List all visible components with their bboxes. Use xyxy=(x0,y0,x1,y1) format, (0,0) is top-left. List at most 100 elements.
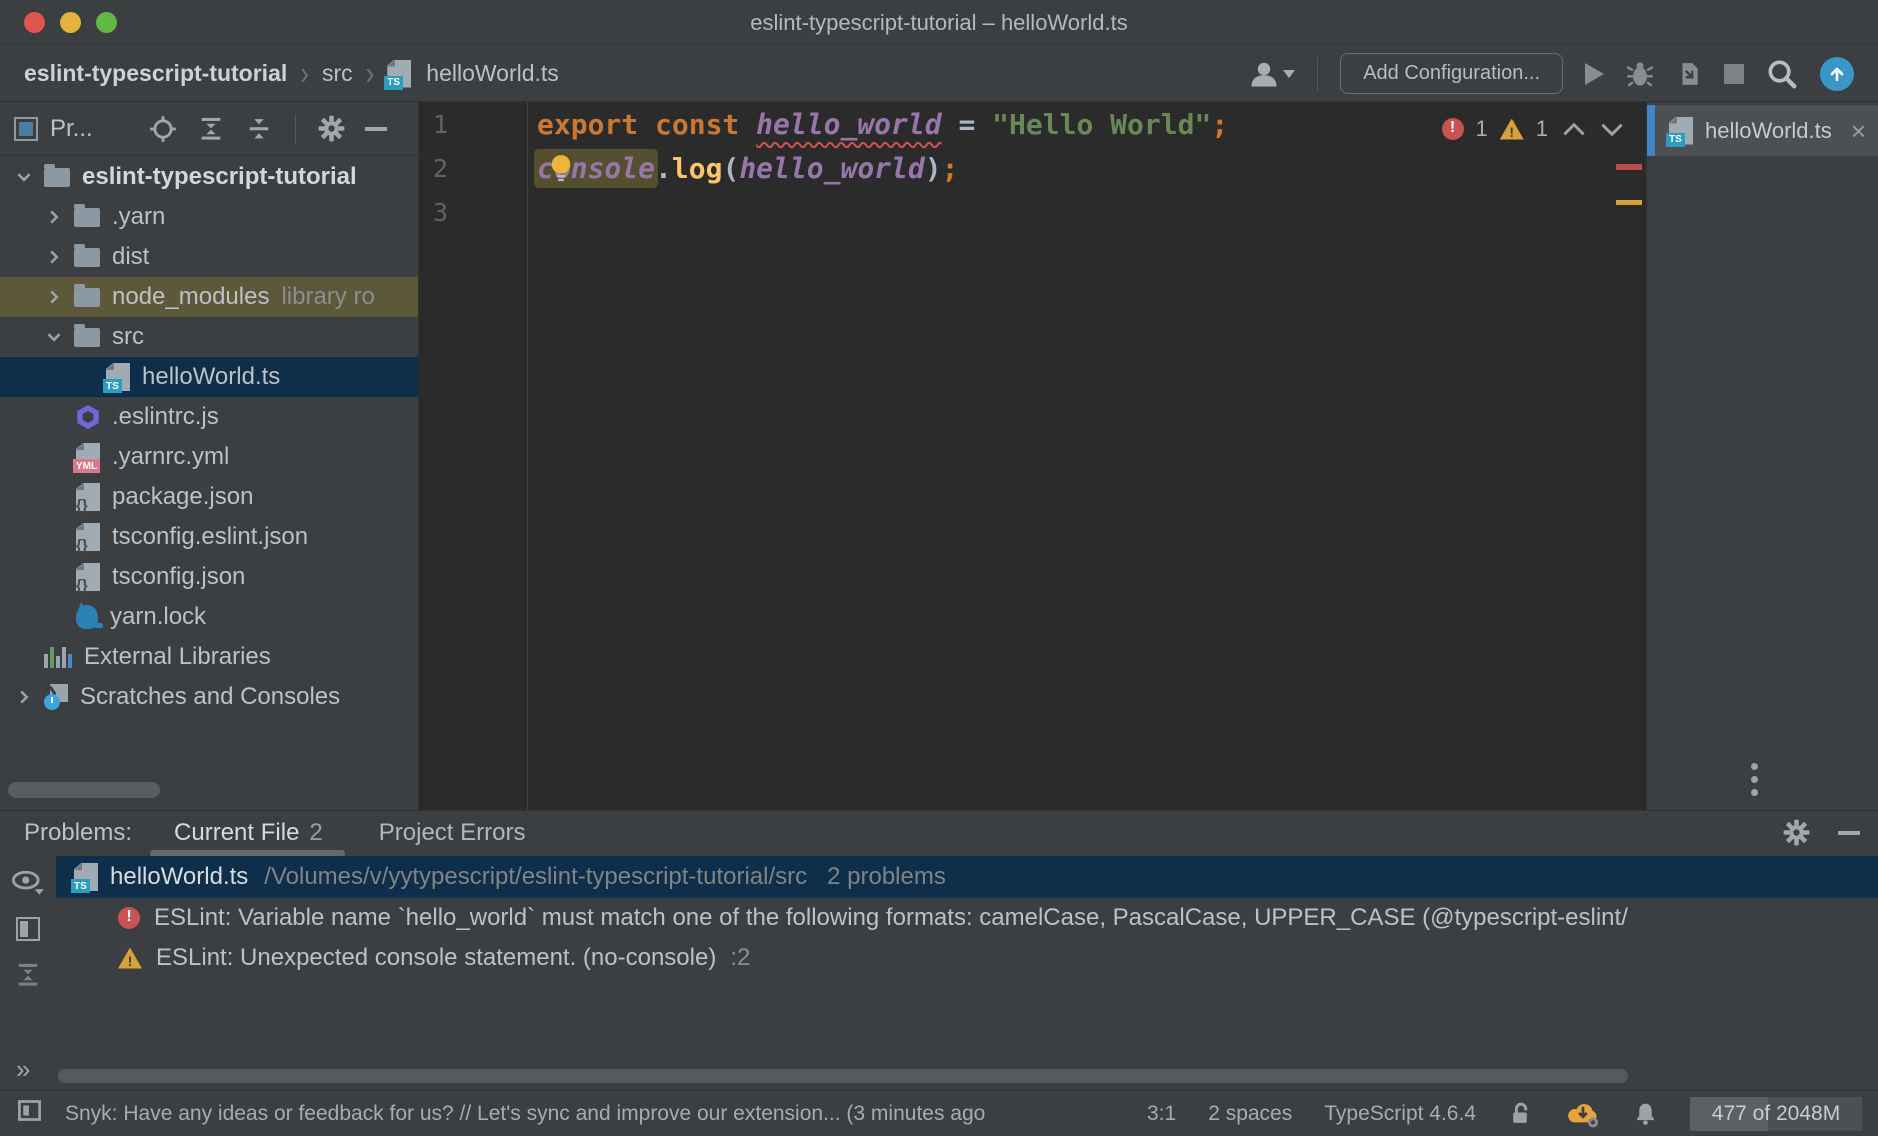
tool-windows-icon[interactable] xyxy=(16,1097,43,1130)
previous-problem-icon[interactable] xyxy=(1562,122,1586,137)
run-button[interactable] xyxy=(1585,63,1604,85)
code-line-3[interactable]: 3 xyxy=(419,190,1646,234)
code-line-2[interactable]: 2 console.log(hello_world); xyxy=(419,146,1646,190)
problem-item-warning[interactable]: ESLint: Unexpected console statement. (n… xyxy=(56,938,1878,978)
code-editor[interactable]: 1 export const hello_world = "Hello Worl… xyxy=(419,102,1646,810)
tree-item-yarn-lock[interactable]: yarn.lock xyxy=(0,597,418,637)
error-icon xyxy=(1442,118,1464,140)
problem-text: ESLint: Variable name `hello_world` must… xyxy=(154,904,1628,932)
tree-item-package-json[interactable]: {} package.json xyxy=(0,477,418,517)
run-with-coverage-button[interactable] xyxy=(1676,61,1702,87)
error-stripe-mark[interactable] xyxy=(1616,164,1642,170)
breadcrumb-src[interactable]: src xyxy=(322,60,353,87)
cursor-position[interactable]: 3:1 xyxy=(1147,1102,1176,1126)
tree-item-helloworld-ts[interactable]: TS helloWorld.ts xyxy=(0,357,418,397)
active-tab-indicator xyxy=(1647,105,1655,156)
debug-button[interactable] xyxy=(1626,60,1654,88)
error-icon xyxy=(118,907,140,929)
open-preview-icon[interactable] xyxy=(16,917,40,941)
hide-panel-icon[interactable] xyxy=(365,127,387,131)
tab-current-file[interactable]: Current File2 xyxy=(172,813,325,853)
problems-title: Problems: xyxy=(24,819,132,847)
search-everywhere-icon[interactable] xyxy=(1766,58,1798,90)
hide-panel-icon[interactable] xyxy=(1838,831,1860,835)
breadcrumb-chevron-icon: › xyxy=(300,53,309,93)
chevron-right-icon[interactable] xyxy=(42,285,66,309)
tree-item-yarn-folder[interactable]: .yarn xyxy=(0,197,418,237)
typescript-file-icon: TS xyxy=(1669,117,1693,145)
project-panel-title[interactable]: Pr... xyxy=(14,115,93,143)
yarn-lock-icon xyxy=(76,605,98,629)
more-icon[interactable] xyxy=(1751,763,1758,796)
typescript-file-icon: TS xyxy=(74,863,98,891)
indent-setting[interactable]: 2 spaces xyxy=(1208,1102,1292,1126)
breadcrumb-project[interactable]: eslint-typescript-tutorial xyxy=(24,60,287,87)
warning-icon xyxy=(118,948,142,969)
tree-item-node-modules[interactable]: node_modules library ro xyxy=(0,277,418,317)
expand-all-icon[interactable] xyxy=(197,115,225,143)
tree-item-eslintrc[interactable]: .eslintrc.js xyxy=(0,397,418,437)
close-tab-icon[interactable]: × xyxy=(1851,118,1866,144)
next-problem-icon[interactable] xyxy=(1600,122,1624,137)
tree-item-tsconfig-json[interactable]: {} tsconfig.json xyxy=(0,557,418,597)
problems-file-path: /Volumes/v/yytypescript/eslint-typescrip… xyxy=(264,863,807,891)
user-account-icon[interactable] xyxy=(1249,59,1295,89)
chevron-right-icon[interactable] xyxy=(12,685,36,709)
folder-icon xyxy=(74,328,100,347)
status-widgets: 3:1 2 spaces TypeScript 4.6.4 477 of 204… xyxy=(1147,1097,1862,1131)
view-options-eye-icon[interactable] xyxy=(11,870,45,897)
add-configuration-button[interactable]: Add Configuration... xyxy=(1340,53,1563,94)
typescript-version[interactable]: TypeScript 4.6.4 xyxy=(1324,1102,1476,1126)
json-file-icon: {} xyxy=(76,563,100,591)
folder-icon xyxy=(74,248,100,267)
problem-item-error[interactable]: ESLint: Variable name `hello_world` must… xyxy=(56,898,1878,938)
folder-icon xyxy=(44,168,70,187)
tree-item-tsconfig-eslint-json[interactable]: {} tsconfig.eslint.json xyxy=(0,517,418,557)
project-horizontal-scrollbar[interactable] xyxy=(8,782,160,798)
chevron-right-icon[interactable] xyxy=(42,205,66,229)
problems-file-name: helloWorld.ts xyxy=(110,863,248,891)
problems-horizontal-scrollbar[interactable] xyxy=(58,1069,1628,1083)
breadcrumb: eslint-typescript-tutorial › src › TS he… xyxy=(24,58,559,89)
gear-icon[interactable] xyxy=(1783,819,1810,846)
breadcrumb-chevron-icon: › xyxy=(366,53,375,93)
tree-item-dist-folder[interactable]: dist xyxy=(0,237,418,277)
yaml-file-icon: YML xyxy=(76,443,100,471)
update-available-icon[interactable] xyxy=(1820,57,1854,91)
line-number: 3 xyxy=(419,198,527,227)
lock-icon[interactable] xyxy=(1508,1101,1533,1126)
tree-item-external-libraries[interactable]: External Libraries xyxy=(0,637,418,677)
tree-item-src-folder[interactable]: src xyxy=(0,317,418,357)
gear-icon[interactable] xyxy=(318,115,345,142)
window-title: eslint-typescript-tutorial – helloWorld.… xyxy=(0,0,1878,45)
chevron-down-icon[interactable] xyxy=(42,325,66,349)
breadcrumb-file[interactable]: helloWorld.ts xyxy=(426,60,559,87)
stop-button[interactable] xyxy=(1724,64,1744,84)
line-number: 1 xyxy=(419,110,527,139)
tree-item-yarnrc[interactable]: YML .yarnrc.yml xyxy=(0,437,418,477)
main-area: Pr... esli xyxy=(0,102,1878,810)
tree-item-root[interactable]: eslint-typescript-tutorial xyxy=(0,157,418,197)
expand-collapse-icon[interactable] xyxy=(14,961,42,989)
tree-item-scratches[interactable]: ❯ Scratches and Consoles xyxy=(0,677,418,717)
typescript-file-icon: TS xyxy=(106,363,130,391)
chevron-right-icon[interactable] xyxy=(42,245,66,269)
problems-tool-window: Problems: Current File2 Project Errors » xyxy=(0,810,1878,1090)
problem-location: :2 xyxy=(730,944,750,972)
ide-window: eslint-typescript-tutorial – helloWorld.… xyxy=(0,0,1878,1136)
memory-indicator[interactable]: 477 of 2048M xyxy=(1690,1097,1862,1131)
intention-bulb-icon[interactable] xyxy=(548,153,574,186)
hidden-toolbar-icons[interactable]: » xyxy=(16,1054,30,1085)
problems-file-row[interactable]: TS helloWorld.ts /Volumes/v/yytypescript… xyxy=(56,856,1878,898)
bell-icon[interactable] xyxy=(1633,1101,1658,1126)
collapse-all-icon[interactable] xyxy=(245,115,273,143)
snyk-scan-cloud-icon[interactable] xyxy=(1565,1099,1601,1128)
chevron-down-icon[interactable] xyxy=(12,165,36,189)
select-opened-file-icon[interactable] xyxy=(149,115,177,143)
status-message[interactable]: Snyk: Have any ideas or feedback for us?… xyxy=(65,1102,1127,1126)
tab-project-errors[interactable]: Project Errors xyxy=(377,813,528,853)
tab-helloworld-ts[interactable]: TS helloWorld.ts × xyxy=(1647,105,1878,156)
warning-stripe-mark[interactable] xyxy=(1616,200,1642,205)
scratches-icon: ❯ xyxy=(44,684,68,710)
tab-label: helloWorld.ts xyxy=(1705,118,1832,144)
